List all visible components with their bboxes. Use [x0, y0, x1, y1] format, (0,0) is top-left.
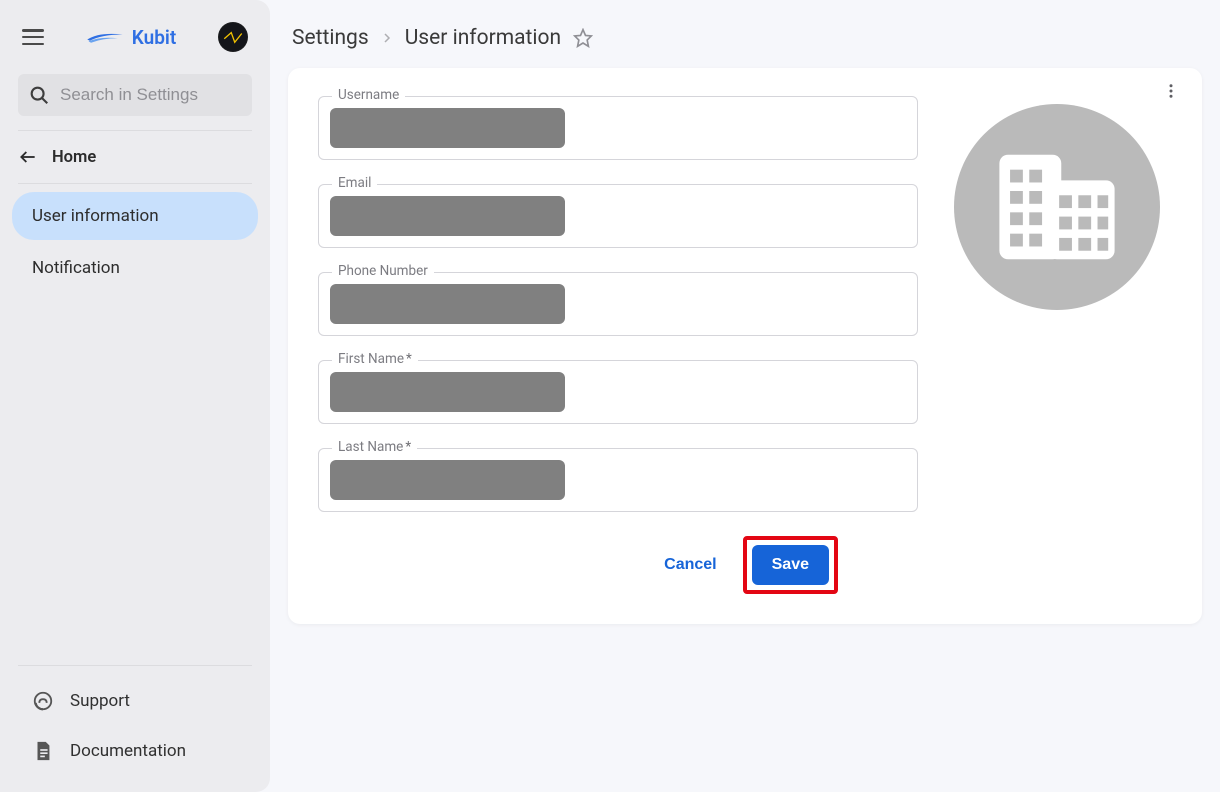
- more-vert-icon: [1162, 82, 1180, 100]
- phone-input[interactable]: [318, 272, 918, 336]
- first-name-input[interactable]: [318, 360, 918, 424]
- sidebar-header: Kubit: [0, 16, 270, 66]
- masked-value: [330, 108, 565, 148]
- support-icon: [32, 690, 54, 712]
- save-button[interactable]: Save: [752, 545, 829, 585]
- required-asterisk: *: [405, 439, 411, 455]
- documentation-label: Documentation: [70, 741, 186, 761]
- star-icon[interactable]: [573, 28, 593, 48]
- last-name-input[interactable]: [318, 448, 918, 512]
- field-phone: Phone Number: [318, 272, 918, 336]
- username-input[interactable]: [318, 96, 918, 160]
- chevron-right-icon: [381, 32, 393, 44]
- documentation-icon: [32, 740, 54, 762]
- building-icon: [993, 148, 1121, 266]
- breadcrumb-current[interactable]: User information: [405, 26, 561, 50]
- profile-image-placeholder[interactable]: [954, 104, 1160, 310]
- separator: [18, 665, 252, 666]
- brand-swoosh-icon: [86, 30, 124, 44]
- sidebar-bottom: Support Documentation: [0, 665, 270, 776]
- avatar-column: [942, 96, 1172, 594]
- main-content: Settings User information Username: [270, 0, 1220, 792]
- field-username: Username: [318, 96, 918, 160]
- search-icon: [28, 84, 50, 106]
- field-label: Phone Number: [332, 263, 434, 279]
- field-label: First Name*: [332, 351, 418, 367]
- save-highlight: Save: [743, 536, 838, 594]
- brand-logo[interactable]: Kubit: [60, 26, 202, 49]
- nav-list: User information Notification: [0, 184, 270, 304]
- search-input[interactable]: [60, 85, 242, 105]
- user-info-card: Username Email Phone Num: [288, 68, 1202, 624]
- breadcrumb: Settings User information: [288, 18, 1202, 68]
- email-input[interactable]: [318, 184, 918, 248]
- field-email: Email: [318, 184, 918, 248]
- card-menu-button[interactable]: [1162, 82, 1180, 104]
- documentation-link[interactable]: Documentation: [12, 726, 258, 776]
- nav-item-label: Notification: [32, 258, 120, 278]
- sidebar: Kubit Home User info: [0, 0, 270, 792]
- masked-value: [330, 196, 565, 236]
- breadcrumb-root[interactable]: Settings: [292, 26, 369, 50]
- masked-value: [330, 372, 565, 412]
- field-label: Last Name*: [332, 439, 417, 455]
- field-label: Email: [332, 175, 377, 191]
- search-box[interactable]: [18, 74, 252, 116]
- masked-value: [330, 460, 565, 500]
- form-actions: Cancel Save: [318, 536, 838, 594]
- hamburger-menu-icon[interactable]: [22, 29, 44, 45]
- back-arrow-icon: [18, 147, 38, 167]
- support-link[interactable]: Support: [12, 676, 258, 726]
- required-asterisk: *: [406, 351, 412, 367]
- avatar-icon: [219, 23, 247, 51]
- brand-name: Kubit: [132, 26, 176, 49]
- nav-item-user-information[interactable]: User information: [12, 192, 258, 240]
- nav-home[interactable]: Home: [0, 131, 270, 183]
- user-avatar[interactable]: [218, 22, 248, 52]
- field-first-name: First Name*: [318, 360, 918, 424]
- nav-item-label: User information: [32, 206, 159, 226]
- field-last-name: Last Name*: [318, 448, 918, 512]
- nav-home-label: Home: [52, 148, 96, 167]
- cancel-button[interactable]: Cancel: [660, 548, 720, 582]
- masked-value: [330, 284, 565, 324]
- nav-item-notification[interactable]: Notification: [12, 244, 258, 292]
- support-label: Support: [70, 691, 130, 711]
- form-column: Username Email Phone Num: [318, 96, 918, 594]
- field-label: Username: [332, 87, 405, 103]
